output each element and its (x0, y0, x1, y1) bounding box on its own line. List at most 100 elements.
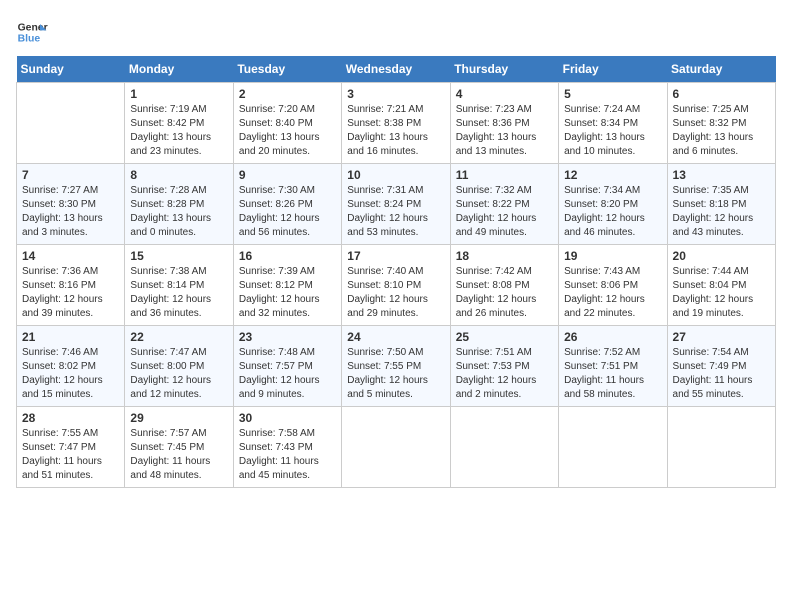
calendar-cell: 21 Sunrise: 7:46 AMSunset: 8:02 PMDaylig… (17, 326, 125, 407)
day-info: Sunrise: 7:47 AMSunset: 8:00 PMDaylight:… (130, 346, 227, 402)
day-info: Sunrise: 7:57 AMSunset: 7:45 PMDaylight:… (130, 427, 227, 483)
calendar-cell: 22 Sunrise: 7:47 AMSunset: 8:00 PMDaylig… (125, 326, 233, 407)
day-info: Sunrise: 7:44 AMSunset: 8:04 PMDaylight:… (673, 265, 770, 321)
calendar-cell: 17 Sunrise: 7:40 AMSunset: 8:10 PMDaylig… (342, 245, 450, 326)
day-number: 29 (130, 411, 227, 425)
calendar-cell: 2 Sunrise: 7:20 AMSunset: 8:40 PMDayligh… (233, 83, 341, 164)
calendar-cell (342, 407, 450, 488)
day-number: 13 (673, 168, 770, 182)
calendar-cell: 9 Sunrise: 7:30 AMSunset: 8:26 PMDayligh… (233, 164, 341, 245)
day-info: Sunrise: 7:38 AMSunset: 8:14 PMDaylight:… (130, 265, 227, 321)
header-monday: Monday (125, 56, 233, 83)
day-number: 15 (130, 249, 227, 263)
calendar-table: SundayMondayTuesdayWednesdayThursdayFrid… (16, 56, 776, 488)
day-info: Sunrise: 7:43 AMSunset: 8:06 PMDaylight:… (564, 265, 661, 321)
svg-text:Blue: Blue (18, 34, 41, 45)
day-info: Sunrise: 7:58 AMSunset: 7:43 PMDaylight:… (239, 427, 336, 483)
logo: General Blue (16, 16, 52, 48)
day-number: 20 (673, 249, 770, 263)
calendar-cell: 13 Sunrise: 7:35 AMSunset: 8:18 PMDaylig… (667, 164, 775, 245)
day-number: 25 (456, 330, 553, 344)
day-info: Sunrise: 7:46 AMSunset: 8:02 PMDaylight:… (22, 346, 119, 402)
calendar-week-row: 21 Sunrise: 7:46 AMSunset: 8:02 PMDaylig… (17, 326, 776, 407)
calendar-header-row: SundayMondayTuesdayWednesdayThursdayFrid… (17, 56, 776, 83)
day-info: Sunrise: 7:32 AMSunset: 8:22 PMDaylight:… (456, 184, 553, 240)
calendar-cell: 25 Sunrise: 7:51 AMSunset: 7:53 PMDaylig… (450, 326, 558, 407)
calendar-cell: 27 Sunrise: 7:54 AMSunset: 7:49 PMDaylig… (667, 326, 775, 407)
calendar-cell: 19 Sunrise: 7:43 AMSunset: 8:06 PMDaylig… (559, 245, 667, 326)
day-number: 12 (564, 168, 661, 182)
calendar-week-row: 1 Sunrise: 7:19 AMSunset: 8:42 PMDayligh… (17, 83, 776, 164)
day-number: 22 (130, 330, 227, 344)
calendar-cell: 29 Sunrise: 7:57 AMSunset: 7:45 PMDaylig… (125, 407, 233, 488)
calendar-week-row: 14 Sunrise: 7:36 AMSunset: 8:16 PMDaylig… (17, 245, 776, 326)
day-number: 17 (347, 249, 444, 263)
day-number: 2 (239, 87, 336, 101)
day-number: 6 (673, 87, 770, 101)
day-number: 30 (239, 411, 336, 425)
day-number: 24 (347, 330, 444, 344)
calendar-cell: 14 Sunrise: 7:36 AMSunset: 8:16 PMDaylig… (17, 245, 125, 326)
day-number: 14 (22, 249, 119, 263)
day-number: 4 (456, 87, 553, 101)
day-info: Sunrise: 7:34 AMSunset: 8:20 PMDaylight:… (564, 184, 661, 240)
calendar-cell (667, 407, 775, 488)
calendar-cell: 10 Sunrise: 7:31 AMSunset: 8:24 PMDaylig… (342, 164, 450, 245)
logo-icon: General Blue (16, 16, 48, 48)
day-info: Sunrise: 7:21 AMSunset: 8:38 PMDaylight:… (347, 103, 444, 159)
header-friday: Friday (559, 56, 667, 83)
day-number: 10 (347, 168, 444, 182)
day-info: Sunrise: 7:55 AMSunset: 7:47 PMDaylight:… (22, 427, 119, 483)
day-info: Sunrise: 7:27 AMSunset: 8:30 PMDaylight:… (22, 184, 119, 240)
calendar-cell: 30 Sunrise: 7:58 AMSunset: 7:43 PMDaylig… (233, 407, 341, 488)
calendar-cell: 12 Sunrise: 7:34 AMSunset: 8:20 PMDaylig… (559, 164, 667, 245)
day-number: 16 (239, 249, 336, 263)
day-number: 5 (564, 87, 661, 101)
calendar-cell (450, 407, 558, 488)
day-number: 21 (22, 330, 119, 344)
calendar-week-row: 7 Sunrise: 7:27 AMSunset: 8:30 PMDayligh… (17, 164, 776, 245)
day-number: 28 (22, 411, 119, 425)
calendar-cell: 4 Sunrise: 7:23 AMSunset: 8:36 PMDayligh… (450, 83, 558, 164)
page-header: General Blue (16, 16, 776, 48)
day-info: Sunrise: 7:42 AMSunset: 8:08 PMDaylight:… (456, 265, 553, 321)
day-number: 7 (22, 168, 119, 182)
day-number: 3 (347, 87, 444, 101)
calendar-cell: 5 Sunrise: 7:24 AMSunset: 8:34 PMDayligh… (559, 83, 667, 164)
day-info: Sunrise: 7:35 AMSunset: 8:18 PMDaylight:… (673, 184, 770, 240)
calendar-week-row: 28 Sunrise: 7:55 AMSunset: 7:47 PMDaylig… (17, 407, 776, 488)
day-info: Sunrise: 7:54 AMSunset: 7:49 PMDaylight:… (673, 346, 770, 402)
day-info: Sunrise: 7:23 AMSunset: 8:36 PMDaylight:… (456, 103, 553, 159)
day-number: 23 (239, 330, 336, 344)
calendar-cell: 6 Sunrise: 7:25 AMSunset: 8:32 PMDayligh… (667, 83, 775, 164)
calendar-cell: 1 Sunrise: 7:19 AMSunset: 8:42 PMDayligh… (125, 83, 233, 164)
calendar-cell: 8 Sunrise: 7:28 AMSunset: 8:28 PMDayligh… (125, 164, 233, 245)
calendar-cell (559, 407, 667, 488)
day-number: 27 (673, 330, 770, 344)
calendar-cell: 28 Sunrise: 7:55 AMSunset: 7:47 PMDaylig… (17, 407, 125, 488)
day-info: Sunrise: 7:28 AMSunset: 8:28 PMDaylight:… (130, 184, 227, 240)
calendar-cell: 16 Sunrise: 7:39 AMSunset: 8:12 PMDaylig… (233, 245, 341, 326)
day-number: 18 (456, 249, 553, 263)
day-info: Sunrise: 7:19 AMSunset: 8:42 PMDaylight:… (130, 103, 227, 159)
header-wednesday: Wednesday (342, 56, 450, 83)
day-info: Sunrise: 7:25 AMSunset: 8:32 PMDaylight:… (673, 103, 770, 159)
header-saturday: Saturday (667, 56, 775, 83)
calendar-cell: 15 Sunrise: 7:38 AMSunset: 8:14 PMDaylig… (125, 245, 233, 326)
day-number: 26 (564, 330, 661, 344)
day-number: 9 (239, 168, 336, 182)
header-tuesday: Tuesday (233, 56, 341, 83)
calendar-cell: 3 Sunrise: 7:21 AMSunset: 8:38 PMDayligh… (342, 83, 450, 164)
header-sunday: Sunday (17, 56, 125, 83)
day-info: Sunrise: 7:50 AMSunset: 7:55 PMDaylight:… (347, 346, 444, 402)
calendar-cell: 20 Sunrise: 7:44 AMSunset: 8:04 PMDaylig… (667, 245, 775, 326)
day-info: Sunrise: 7:30 AMSunset: 8:26 PMDaylight:… (239, 184, 336, 240)
day-info: Sunrise: 7:48 AMSunset: 7:57 PMDaylight:… (239, 346, 336, 402)
calendar-cell: 7 Sunrise: 7:27 AMSunset: 8:30 PMDayligh… (17, 164, 125, 245)
calendar-cell: 24 Sunrise: 7:50 AMSunset: 7:55 PMDaylig… (342, 326, 450, 407)
day-info: Sunrise: 7:51 AMSunset: 7:53 PMDaylight:… (456, 346, 553, 402)
calendar-cell (17, 83, 125, 164)
calendar-cell: 18 Sunrise: 7:42 AMSunset: 8:08 PMDaylig… (450, 245, 558, 326)
calendar-cell: 26 Sunrise: 7:52 AMSunset: 7:51 PMDaylig… (559, 326, 667, 407)
day-number: 1 (130, 87, 227, 101)
